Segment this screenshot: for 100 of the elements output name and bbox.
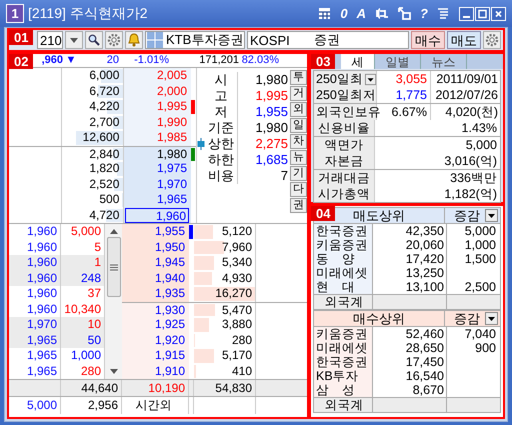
trade-volume: 5 xyxy=(93,240,102,255)
trade-volume: 37 xyxy=(86,286,102,302)
broker-name: 미래에셋 xyxy=(314,266,373,280)
info-label: 신용비율 xyxy=(314,120,375,136)
bid-volume: 3,880 xyxy=(222,317,252,331)
trade-price: 1,960 xyxy=(9,270,61,286)
bid-volume: 410 xyxy=(232,364,252,378)
info-label: 자본금 xyxy=(314,153,375,169)
trade-volume: 5,000 xyxy=(70,224,102,240)
dropdown-button[interactable] xyxy=(65,31,83,49)
info-label: 250일최 xyxy=(316,71,363,87)
settings-button[interactable] xyxy=(105,31,123,49)
broker-change: 2,500 xyxy=(464,280,496,294)
dropdown-icon[interactable] xyxy=(364,72,376,86)
ask-volume: 2,700 xyxy=(89,114,120,128)
bid-volume: 7,960 xyxy=(222,240,252,254)
market-label: KOSPI xyxy=(250,32,290,48)
toolbar-glyph[interactable]: 0 xyxy=(340,6,348,21)
side-button[interactable]: 뉴 xyxy=(290,150,307,165)
ask-price[interactable]: 1,960 xyxy=(125,208,190,223)
info-label: 거래대금 xyxy=(314,170,375,186)
alarm-button[interactable] xyxy=(125,31,143,49)
trade-volume: 10 xyxy=(86,317,102,332)
info-label: 외국인보유 xyxy=(314,104,377,120)
bid-volume: 16,270 xyxy=(215,286,252,300)
broker-name: 키움증권 xyxy=(314,238,373,252)
dropdown-icon[interactable] xyxy=(485,209,498,222)
foreign-label: 외국계 xyxy=(314,398,373,412)
side-button[interactable]: 기 xyxy=(290,166,307,181)
sell-button[interactable]: 매도 xyxy=(447,31,481,49)
quote-value: 1,980 xyxy=(254,72,289,88)
list-icon[interactable] xyxy=(437,7,450,20)
buy-button[interactable]: 매수 xyxy=(411,31,445,49)
toolbar-glyph[interactable]: ? xyxy=(420,6,428,21)
info-label: 액면가 xyxy=(314,137,375,153)
side-button[interactable]: 투 xyxy=(290,70,307,85)
window-title: [2119] 주식현재가2 xyxy=(28,4,149,22)
search-icon xyxy=(88,34,100,46)
broker-change: 1,000 xyxy=(464,238,496,252)
side-button[interactable]: 일 xyxy=(290,118,307,133)
trade-volume: 248 xyxy=(80,270,102,286)
search-button[interactable] xyxy=(85,31,103,49)
broker-name: 한국증권 xyxy=(314,224,373,238)
bid-volume: 280 xyxy=(232,332,252,346)
broker-change: 7,040 xyxy=(464,327,496,341)
broker-volume: 28,650 xyxy=(373,341,447,355)
toolbar-glyph[interactable]: A xyxy=(356,6,366,21)
code-field[interactable]: 210 xyxy=(37,31,63,49)
info-value: 1,182(억) xyxy=(443,186,498,202)
ask-volume: 4,220 xyxy=(89,99,120,113)
grid-icon[interactable] xyxy=(318,7,332,20)
direction-glyph: ▼ xyxy=(64,54,78,67)
ask-volume: 2,840 xyxy=(89,146,120,160)
broker-volume: 17,420 xyxy=(373,252,447,266)
quote-label: 저 xyxy=(205,104,238,120)
info-value: 3,055 xyxy=(377,71,431,87)
volume-ratio: 82.03% xyxy=(240,54,279,67)
side-button[interactable]: 다 xyxy=(290,182,307,197)
broker-name: 삼 성 xyxy=(314,383,373,397)
quote-label: 비용 xyxy=(205,168,238,184)
broker-name: 미래에셋 xyxy=(314,341,373,355)
scroll-up-icon[interactable] xyxy=(110,229,118,234)
scrollbar[interactable] xyxy=(104,224,122,379)
maximize-icon[interactable] xyxy=(475,6,490,20)
side-button[interactable]: 거 xyxy=(290,86,307,101)
stock-name-field[interactable]: KTB투자증권 xyxy=(145,31,245,49)
ask-volume: 4,720 xyxy=(89,208,120,222)
side-button[interactable]: 외 xyxy=(290,102,307,117)
settings-icon xyxy=(107,33,121,47)
dropdown-icon[interactable] xyxy=(485,312,498,325)
close-icon[interactable] xyxy=(491,6,506,20)
settings-button[interactable] xyxy=(483,31,501,49)
current-price: ,960 xyxy=(40,54,63,67)
broker-volume: 17,450 xyxy=(373,355,447,369)
scroll-thumb[interactable] xyxy=(106,237,120,297)
bell-icon xyxy=(128,33,140,47)
settings-icon xyxy=(485,33,499,47)
side-button[interactable]: 권 xyxy=(290,198,307,213)
trade-price: 1,960 xyxy=(9,224,61,240)
section-badge: 01 xyxy=(9,30,34,45)
broker-name: 키움증권 xyxy=(314,327,373,341)
trade-volume: 280 xyxy=(80,364,102,379)
quote-label: 시 xyxy=(205,72,238,88)
change-value: 20 xyxy=(106,54,119,67)
bid-volume: 5,340 xyxy=(222,255,252,269)
tab[interactable]: 세 xyxy=(341,54,375,69)
scroll-down-icon[interactable] xyxy=(110,369,118,374)
trade-volume: 1 xyxy=(93,255,102,270)
info-value: 1.43% xyxy=(460,120,498,136)
minimize-icon[interactable] xyxy=(459,6,474,20)
broker-change: 900 xyxy=(475,341,496,355)
trade-volume: 50 xyxy=(86,332,102,348)
quote-value: 2,275 xyxy=(254,136,289,152)
market-field[interactable]: KOSPI 증권 xyxy=(247,31,409,49)
broker-volume: 16,540 xyxy=(373,369,447,383)
side-button[interactable]: 차 xyxy=(290,134,307,149)
quote-label: 고 xyxy=(205,88,238,104)
ask-volume: 12,600 xyxy=(82,130,120,144)
change-rate: -1.01% xyxy=(133,54,169,67)
resize-icon[interactable] xyxy=(398,7,412,20)
